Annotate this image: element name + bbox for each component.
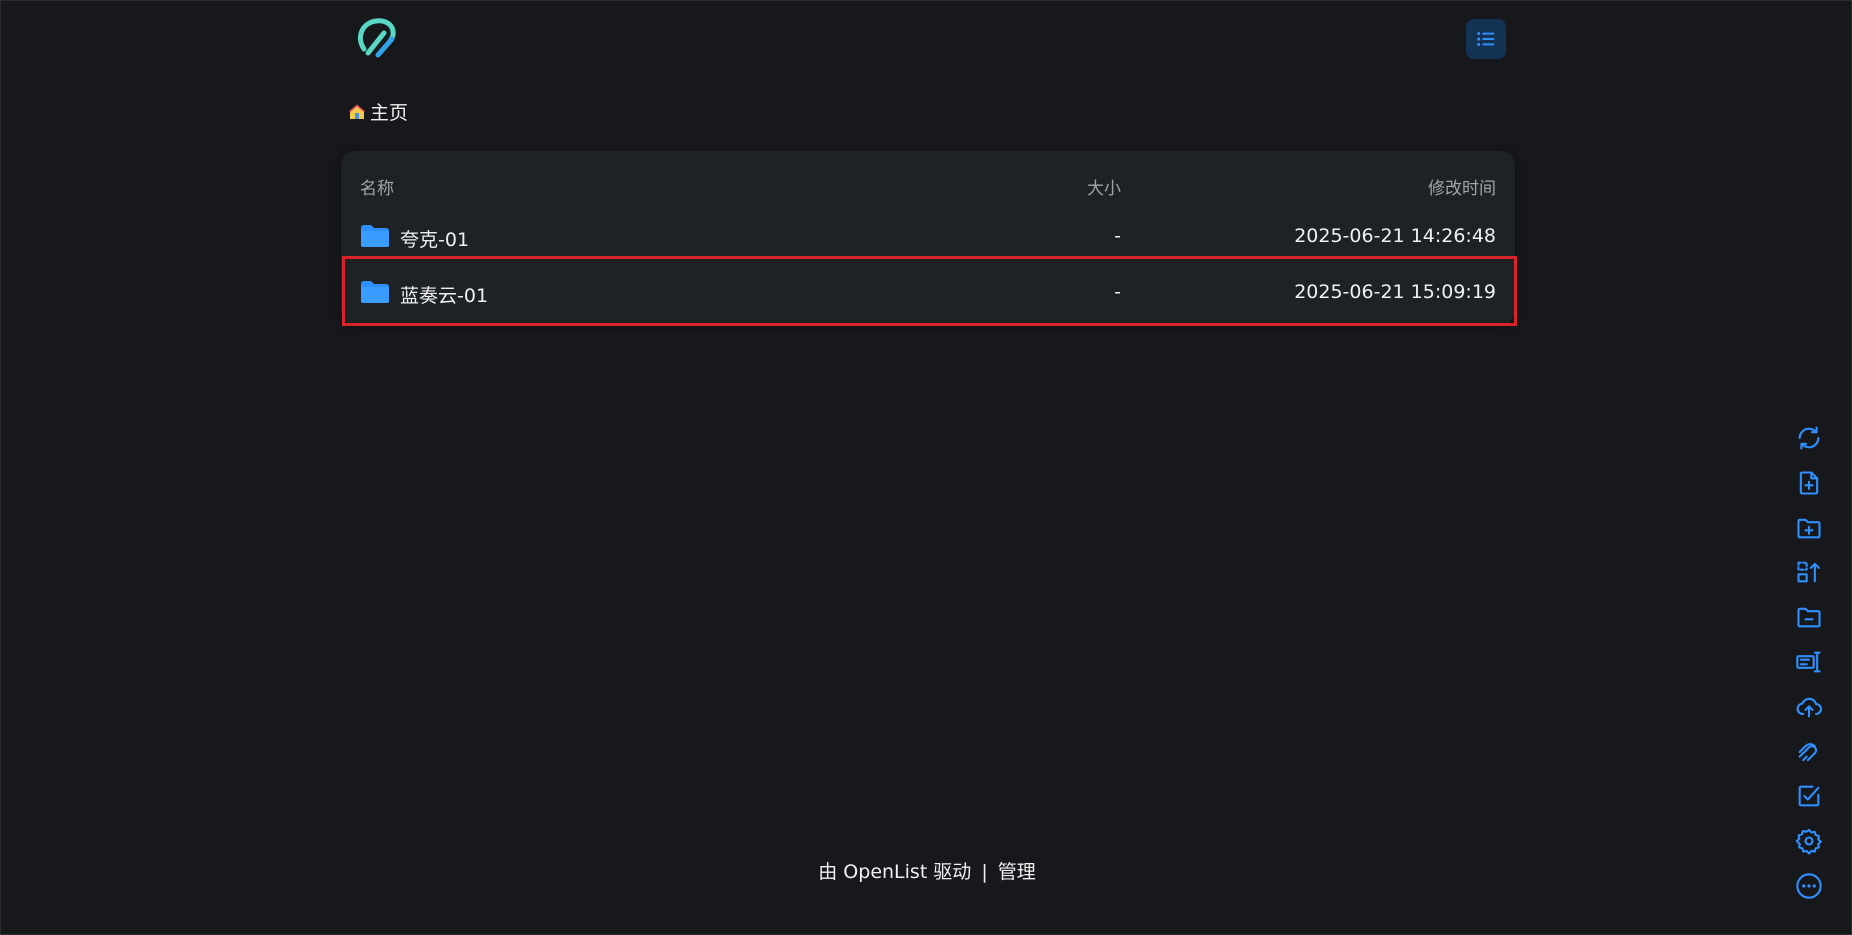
table-header: 名称 大小 修改时间 <box>341 151 1515 217</box>
upload-button[interactable] <box>1794 692 1824 722</box>
file-modified: 2025-06-21 15:09:19 <box>1294 281 1496 303</box>
recursive-move-icon <box>1797 562 1820 583</box>
more-button[interactable] <box>1794 871 1824 901</box>
openlist-logo-icon[interactable] <box>354 15 400 61</box>
list-view-icon <box>1477 32 1495 46</box>
remove-empty-folder-button[interactable] <box>1794 602 1824 632</box>
breadcrumb-home-link[interactable]: 主页 <box>370 98 408 125</box>
admin-link[interactable]: 管理 <box>998 861 1036 883</box>
settings-icon <box>1795 829 1822 855</box>
settings-button[interactable] <box>1794 826 1824 856</box>
new-folder-icon <box>1797 518 1821 538</box>
footer: 由 OpenList 驱动 | 管理 <box>1 857 1852 884</box>
new-file-icon <box>1799 471 1819 495</box>
table-row[interactable]: 蓝奏云-01 - 2025-06-21 15:09:19 <box>341 267 1515 319</box>
toggle-checkbox-icon <box>1798 785 1820 807</box>
column-header-name[interactable]: 名称 <box>360 174 394 199</box>
toggle-checkbox-button[interactable] <box>1794 781 1824 811</box>
offline-download-button[interactable] <box>1794 737 1824 767</box>
upload-icon <box>1796 697 1822 718</box>
column-header-size[interactable]: 大小 <box>1087 174 1121 199</box>
offline-download-icon <box>1798 742 1818 761</box>
column-header-modified[interactable]: 修改时间 <box>1428 174 1496 199</box>
refresh-button[interactable] <box>1794 423 1824 453</box>
file-size: - <box>1114 281 1121 303</box>
batch-rename-icon <box>1796 651 1821 673</box>
recursive-move-button[interactable] <box>1794 557 1824 587</box>
footer-separator: | <box>981 861 988 883</box>
right-toolbar <box>1794 423 1824 916</box>
refresh-icon <box>1798 426 1820 450</box>
new-file-button[interactable] <box>1794 468 1824 498</box>
powered-by-link[interactable]: 由 OpenList 驱动 <box>818 861 971 883</box>
batch-rename-button[interactable] <box>1794 647 1824 677</box>
file-name[interactable]: 夸克-01 <box>400 225 469 252</box>
breadcrumb: 主页 <box>348 98 408 125</box>
remove-empty-folder-icon <box>1797 607 1821 628</box>
file-size: - <box>1114 225 1121 247</box>
folder-icon <box>360 280 390 304</box>
new-folder-button[interactable] <box>1794 513 1824 543</box>
house-icon <box>348 103 366 121</box>
layout-toggle-button[interactable] <box>1466 19 1506 59</box>
file-modified: 2025-06-21 14:26:48 <box>1294 225 1496 247</box>
app-window: 主页 名称 大小 修改时间 夸克-01 - 2025-06-21 14:26:4… <box>0 0 1852 935</box>
more-icon <box>1796 873 1822 899</box>
folder-icon <box>360 224 390 248</box>
file-name[interactable]: 蓝奏云-01 <box>400 281 488 308</box>
table-row[interactable]: 夸克-01 - 2025-06-21 14:26:48 <box>341 211 1515 263</box>
